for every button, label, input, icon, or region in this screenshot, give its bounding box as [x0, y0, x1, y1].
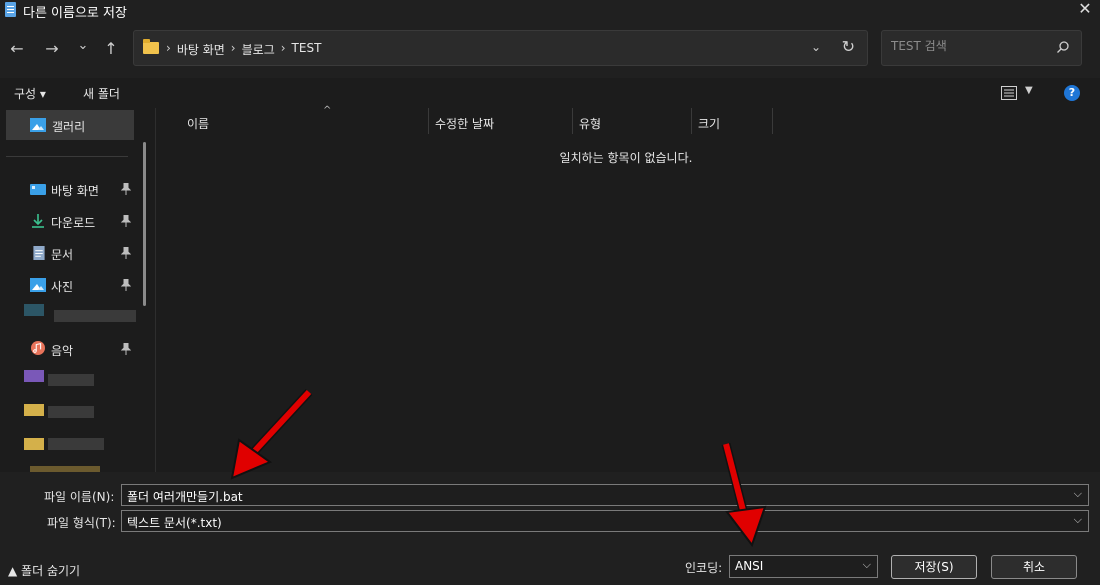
new-folder-button[interactable]: 새 폴더 [83, 85, 120, 102]
redacted-label [48, 438, 104, 450]
redacted-icon [24, 304, 44, 316]
encoding-label: 인코딩: [685, 561, 723, 575]
hide-folders-button[interactable]: ▲ 폴더 숨기기 [8, 562, 80, 579]
folder-icon [143, 39, 159, 54]
chevron-down-icon[interactable]: ⌵ [863, 558, 871, 572]
recent-locations-icon[interactable]: ⌄ [73, 36, 93, 56]
pin-icon[interactable] [121, 215, 131, 227]
pin-icon[interactable] [121, 183, 131, 195]
redacted-icon [24, 438, 44, 450]
forward-arrow-icon[interactable]: → [42, 39, 62, 59]
pin-icon[interactable] [121, 343, 131, 355]
sidebar-item-gallery[interactable]: 갤러리 [6, 110, 134, 140]
save-panel: 파일 이름(N): 폴더 여러개만들기.bat ⌵ 파일 형식(T): 텍스트 … [0, 472, 1100, 585]
column-header-date-modified[interactable]: 수정한 날짜 [429, 108, 573, 134]
column-header-label: 유형 [579, 117, 602, 131]
desktop-icon [30, 184, 46, 195]
breadcrumb-test[interactable]: TEST [292, 41, 322, 58]
address-bar[interactable]: › 바탕 화면 › 블로그 › TEST ⌄ ↻ [133, 30, 868, 66]
column-header-name[interactable]: ^ 이름 [181, 105, 429, 134]
view-options-caret-icon[interactable]: ▼ [1025, 85, 1033, 96]
document-icon [33, 246, 45, 260]
breadcrumb: › 바탕 화면 › 블로그 › TEST [166, 41, 321, 58]
encoding-value: ANSI [735, 559, 764, 573]
breadcrumb-separator: › [166, 41, 171, 55]
organize-button[interactable]: 구성 ▾ [14, 85, 46, 102]
navigation-pane: 갤러리 바탕 화면 다운로드 문서 사진 음악 [0, 108, 154, 472]
encoding-select[interactable]: ANSI ⌵ [729, 555, 878, 578]
file-list: ^ 이름 수정한 날짜 유형 크기 일치하는 항목이 없습니다. [155, 105, 1100, 472]
sidebar-item-label: 사진 [51, 280, 74, 294]
search-box[interactable] [881, 30, 1082, 66]
sidebar-item-pictures[interactable]: 사진 [0, 270, 142, 300]
redacted-icon [24, 404, 44, 416]
refresh-icon[interactable]: ↻ [842, 37, 855, 56]
notepad-icon [5, 2, 16, 17]
search-input[interactable] [891, 39, 1051, 53]
sidebar-item-label: 다운로드 [51, 216, 96, 230]
redacted-label [48, 374, 94, 386]
close-button[interactable]: ✕ [1070, 0, 1100, 20]
sidebar-item-desktop[interactable]: 바탕 화면 [0, 174, 142, 204]
back-arrow-icon[interactable]: ← [7, 39, 27, 59]
up-arrow-icon[interactable]: ↑ [101, 39, 121, 59]
search-icon[interactable] [1056, 40, 1070, 54]
music-icon [31, 341, 45, 355]
chevron-down-icon[interactable]: ⌵ [1074, 513, 1082, 527]
command-bar: 구성 ▾ 새 폴더 ▼ ? [0, 78, 1100, 108]
window-title: 다른 이름으로 저장 [23, 6, 127, 21]
filename-value: 폴더 여러개만들기.bat [127, 490, 243, 504]
sidebar-scrollbar[interactable] [143, 142, 146, 306]
breadcrumb-separator: › [280, 41, 286, 55]
empty-folder-message: 일치하는 항목이 없습니다. [559, 151, 693, 165]
filetype-value: 텍스트 문서(*.txt) [127, 516, 222, 530]
sidebar-item-downloads[interactable]: 다운로드 [0, 206, 142, 236]
redacted-label [54, 310, 136, 322]
breadcrumb-separator: › [230, 41, 236, 55]
sidebar-item-label: 문서 [51, 248, 74, 262]
filetype-select[interactable]: 텍스트 문서(*.txt) ⌵ [121, 510, 1089, 532]
sidebar-item-music[interactable]: 음악 [0, 334, 142, 364]
filename-field[interactable]: 폴더 여러개만들기.bat ⌵ [121, 484, 1089, 506]
download-icon [32, 214, 44, 228]
filename-label: 파일 이름(N): [44, 490, 115, 504]
pin-icon[interactable] [121, 247, 131, 259]
view-details-icon[interactable] [1001, 86, 1017, 100]
help-icon[interactable]: ? [1064, 85, 1080, 101]
sidebar-item-label: 음악 [51, 344, 74, 358]
save-button[interactable]: 저장(S) [891, 555, 977, 579]
chevron-down-icon[interactable]: ⌵ [1074, 487, 1082, 501]
pin-icon[interactable] [121, 279, 131, 291]
navigation-bar: ← → ⌄ ↑ › 바탕 화면 › 블로그 › TEST ⌄ ↻ [0, 20, 1100, 78]
title-bar: 다른 이름으로 저장 ✕ [0, 0, 1100, 21]
sidebar-item-documents[interactable]: 문서 [0, 238, 142, 268]
breadcrumb-blog[interactable]: 블로그 [242, 41, 275, 58]
chevron-down-icon[interactable]: ⌄ [811, 40, 821, 54]
breadcrumb-desktop[interactable]: 바탕 화면 [177, 41, 225, 58]
gallery-icon [30, 118, 46, 132]
sort-ascending-icon: ^ [323, 105, 332, 116]
column-header-label: 이름 [187, 117, 210, 131]
sidebar-item-label: 바탕 화면 [51, 184, 99, 198]
cancel-button[interactable]: 취소 [991, 555, 1077, 579]
sidebar-item-label: 갤러리 [52, 120, 86, 134]
column-header-label: 수정한 날짜 [435, 117, 495, 131]
picture-icon [30, 278, 46, 292]
column-header-type[interactable]: 유형 [573, 108, 692, 134]
redacted-icon [24, 370, 44, 382]
column-header-size[interactable]: 크기 [692, 108, 773, 134]
sidebar-divider [6, 156, 128, 157]
redacted-label [48, 406, 94, 418]
filetype-label: 파일 형식(T): [47, 516, 116, 530]
column-header-label: 크기 [698, 117, 721, 131]
